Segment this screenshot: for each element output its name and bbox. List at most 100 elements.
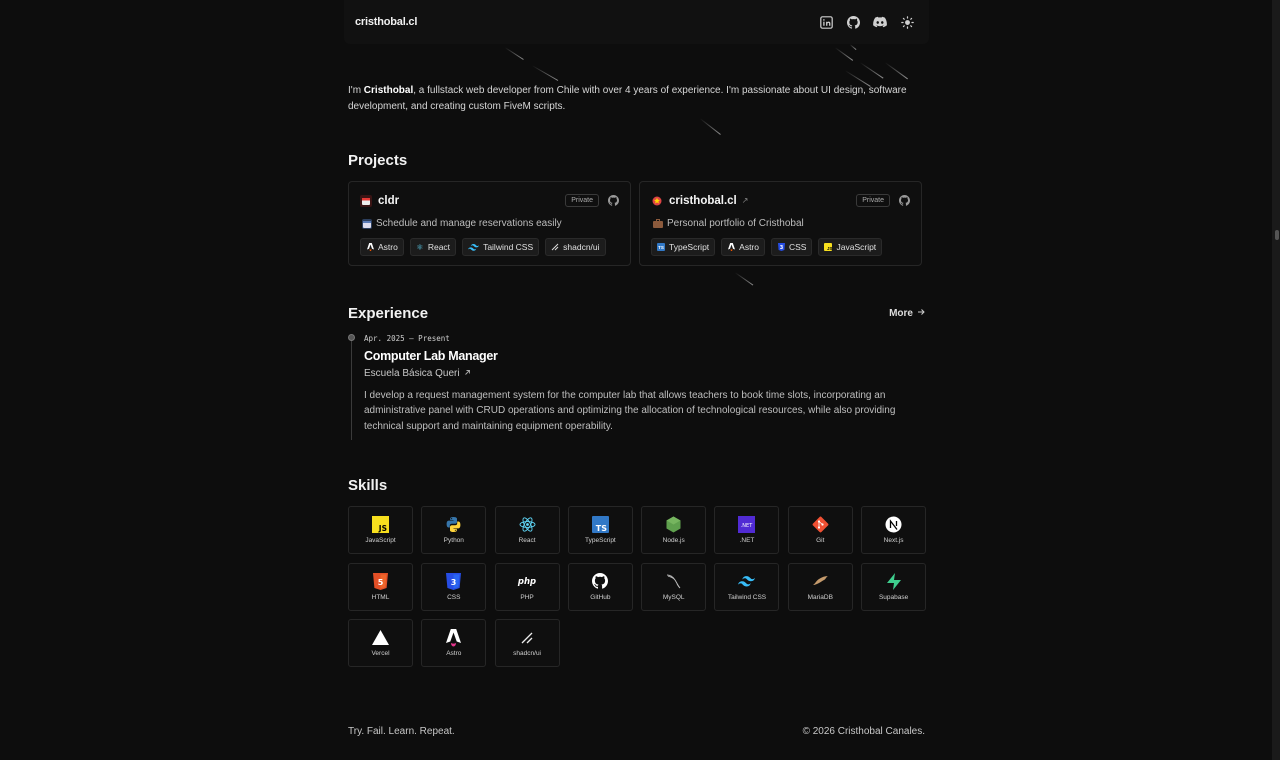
external-link-icon[interactable]: ↗ [742, 196, 749, 205]
svg-text:TS: TS [596, 524, 607, 533]
skill-label: Next.js [883, 537, 904, 544]
astro-icon [727, 243, 735, 251]
vercel-icon [372, 629, 389, 646]
more-label: More [889, 308, 913, 319]
skill-label: Tailwind CSS [727, 593, 767, 601]
nextjs-icon [885, 516, 902, 533]
project-card-cldr[interactable]: cldr Private Schedule and manage reserva… [348, 181, 631, 266]
typescript-icon: TS [657, 243, 665, 251]
tag-label: Astro [378, 242, 398, 252]
tag-astro: Astro [721, 238, 765, 256]
timeline-line [351, 340, 352, 440]
skill-label: PHP [520, 593, 534, 601]
skill-mysql: MySQL [641, 562, 707, 611]
mariadb-icon [812, 573, 829, 590]
tag-label: Astro [739, 242, 759, 252]
skill-javascript: JS JavaScript [348, 506, 413, 554]
projects-title: Projects [348, 152, 408, 169]
typescript-icon: TS [591, 516, 609, 533]
skill-dotnet: .NET .NET [714, 506, 780, 554]
tag-react: ⚛ React [409, 238, 457, 256]
skill-label: Python [443, 537, 464, 544]
php-icon: php [517, 573, 537, 590]
tag-shadcn: shadcn/ui [545, 238, 606, 256]
intro-prefix: I'm [348, 85, 364, 96]
experience-role: Computer Lab Manager [364, 349, 498, 363]
timeline-dot [348, 334, 355, 341]
skill-label: Supabase [878, 593, 909, 601]
html-icon: 5 [372, 572, 389, 590]
tag-label: shadcn/ui [563, 242, 600, 252]
nodejs-icon [665, 516, 682, 533]
skills-grid: JS JavaScript Python React TS TypeScript N… [348, 506, 927, 667]
project-description: Schedule and manage reservations easily [376, 218, 562, 229]
scrollbar-thumb[interactable] [1275, 230, 1279, 240]
project-name[interactable]: cristhobal.cl [669, 195, 737, 207]
projects-list: cldr Private Schedule and manage reserva… [348, 181, 922, 266]
supabase-icon [885, 572, 902, 590]
skill-astro: Astro [421, 619, 487, 667]
project-card-cristhobal[interactable]: cristhobal.cl ↗ Private Personal portfol… [639, 181, 922, 266]
skill-css: 3 CSS [421, 562, 487, 611]
skill-label: TypeScript [585, 537, 616, 544]
skill-label: Vercel [371, 650, 390, 657]
footer-motto: Try. Fail. Learn. Repeat. [348, 726, 455, 737]
tag-typescript: TS TypeScript [651, 238, 716, 256]
skill-nodejs: Node.js [641, 506, 707, 554]
github-icon[interactable] [607, 195, 619, 207]
page-scrollbar[interactable] [1272, 0, 1280, 760]
private-badge: Private [565, 194, 599, 207]
skill-label: React [518, 537, 536, 544]
briefcase-icon [653, 219, 663, 229]
tag-label: Tailwind CSS [483, 242, 534, 252]
skill-react: React [494, 506, 560, 554]
sun-icon[interactable] [899, 14, 915, 30]
site-header: cristhobal.cl [344, 0, 929, 44]
tag-label: React [427, 242, 451, 252]
astro-icon [366, 243, 374, 251]
react-icon [519, 516, 536, 533]
experience-description: I develop a request management system fo… [364, 390, 896, 432]
tag-css: 3 CSS [771, 238, 813, 256]
github-icon [592, 573, 609, 590]
github-icon[interactable] [845, 14, 861, 30]
site-logo[interactable]: cristhobal.cl [355, 16, 417, 28]
header-icons [818, 14, 915, 30]
project-name[interactable]: cldr [378, 195, 399, 207]
intro-name: Cristhobal [363, 85, 414, 96]
skill-git: Git [787, 506, 853, 554]
skill-nextjs: Next.js [861, 506, 927, 554]
shadcn-icon [551, 243, 559, 251]
javascript-icon: JS [372, 516, 389, 533]
skill-label: shadcn/ui [513, 650, 541, 657]
experience-company[interactable]: Escuela Básica Queri [364, 368, 471, 379]
svg-text:JS: JS [378, 524, 387, 533]
skill-vercel: Vercel [348, 619, 413, 667]
linkedin-icon[interactable] [818, 14, 834, 30]
skill-shadcn: shadcn/ui [494, 619, 560, 667]
css-icon: 3 [445, 572, 462, 590]
skill-supabase: Supabase [861, 562, 927, 611]
github-icon[interactable] [898, 195, 910, 207]
skill-label: MySQL [662, 593, 685, 601]
main-container: cristhobal.cl I'm Cristhobal, a fullstac… [344, 0, 929, 737]
calendar-icon [362, 218, 372, 229]
dotnet-icon: .NET [738, 516, 756, 533]
experience-title: Experience [348, 305, 429, 322]
skill-label: Node.js [662, 537, 685, 544]
skill-php: php PHP [494, 562, 560, 611]
private-badge: Private [856, 194, 890, 207]
skill-label: Git [816, 537, 825, 544]
svg-text:php: php [517, 577, 536, 586]
skill-mariadb: MariaDB [787, 562, 853, 611]
mysql-icon [665, 573, 682, 590]
skill-typescript: TS TypeScript [567, 506, 633, 554]
external-link-icon[interactable] [464, 368, 471, 379]
project-tags: Astro ⚛ React Tailwind CSS shadcn/ui [360, 238, 606, 256]
company-name[interactable]: Escuela Básica Queri [364, 368, 460, 379]
discord-icon[interactable] [872, 14, 888, 30]
skill-label: MariaDB [807, 593, 833, 601]
react-icon: ⚛ [416, 242, 424, 252]
more-link[interactable]: More [889, 308, 925, 319]
footer-copyright: © 2026 Cristhobal Canales. [802, 726, 925, 737]
